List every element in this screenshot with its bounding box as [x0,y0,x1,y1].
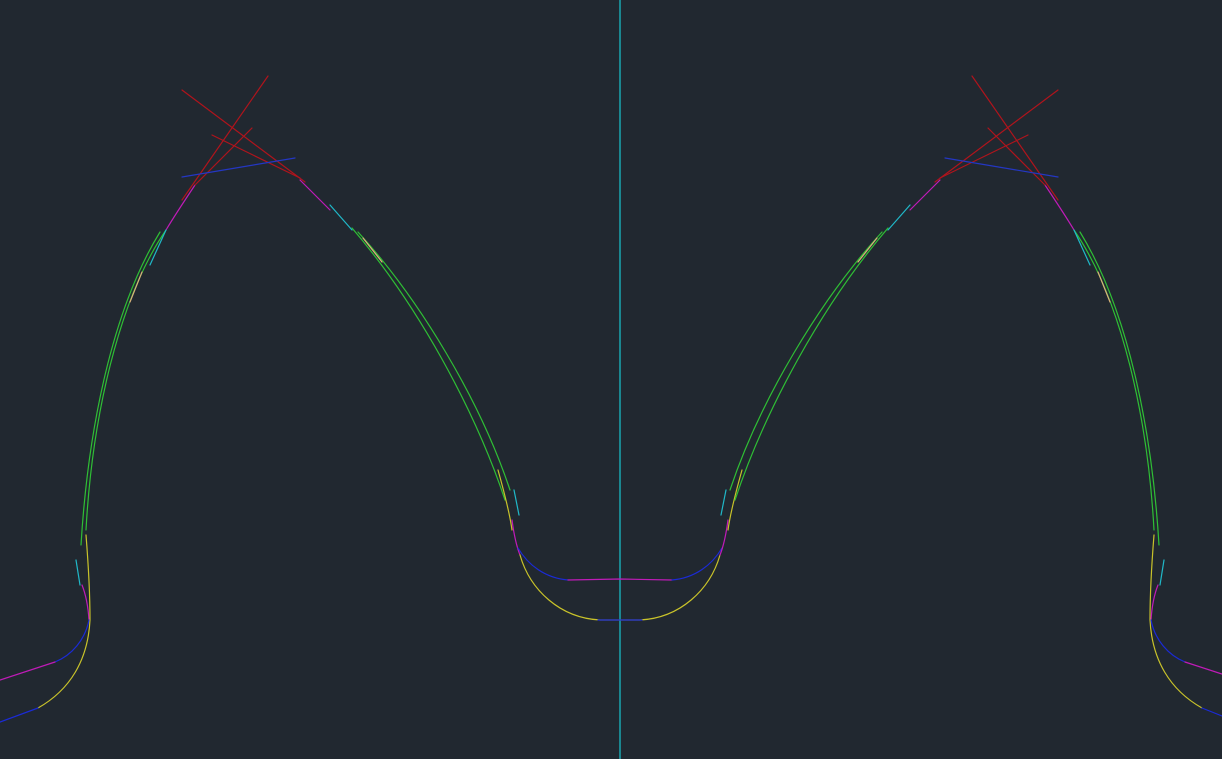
left-tooth-construction-line-3 [211,134,301,179]
left-tooth-construction-line-4 [194,127,253,186]
left-edge-fillet-outer [37,534,91,709]
right-edge-cyan-marker [1159,559,1165,586]
right-tooth-tip-left-transition [909,179,941,211]
left-tooth-right-flank-inner [351,227,506,501]
right-tooth-tan-marker-left [857,237,878,263]
left-edge-transition-magenta [81,584,90,621]
left-tooth-tan-marker-left [129,271,143,303]
left-edge-tooth-gap [0,534,91,723]
right-tooth [729,75,1160,546]
right-tooth-tan-marker-right [1097,271,1111,303]
center-gap-right-inner-blue [671,547,723,581]
left-tooth [80,75,511,546]
center-gap-left-inner-blue [517,547,569,581]
right-tooth-left-flank-inner [734,227,889,501]
right-edge-root-blue-outer [1201,707,1222,717]
left-edge-root-blue-outer [0,707,39,723]
right-edge-root-blue-inner [1150,619,1186,663]
right-edge-tooth-gap [1149,534,1222,717]
left-tooth-construction-line-2 [181,75,269,201]
right-tooth-construction-line-3 [939,134,1029,179]
center-gap-right-cyan-marker [720,489,727,516]
left-edge-root-blue-inner [54,619,90,663]
right-tooth-construction-line-2 [971,75,1059,201]
right-tooth-right-flank-inner [1073,229,1155,531]
right-tooth-tip-left-marker [887,204,911,231]
left-tooth-left-flank-inner [85,229,167,531]
left-tooth-tip-left-transition [165,184,196,231]
right-tooth-construction-line-4 [987,127,1046,186]
right-edge-transition-magenta [1150,584,1159,621]
cad-drawing-canvas[interactable] [0,0,1222,759]
center-gap-left-cyan-marker [513,489,520,516]
right-edge-root-magenta [1184,661,1222,675]
right-edge-fillet-outer [1149,534,1203,709]
right-tooth-right-flank-outer [1079,231,1160,546]
right-tooth-tip-right-transition [1044,184,1075,231]
left-tooth-tip-right-marker [329,204,353,231]
left-edge-cyan-marker [75,559,81,586]
left-edge-root-magenta [0,661,56,681]
left-tooth-tip-right-transition [299,179,331,211]
left-tooth-tan-marker-right [362,237,383,263]
left-tooth-left-flank-outer [80,231,161,546]
